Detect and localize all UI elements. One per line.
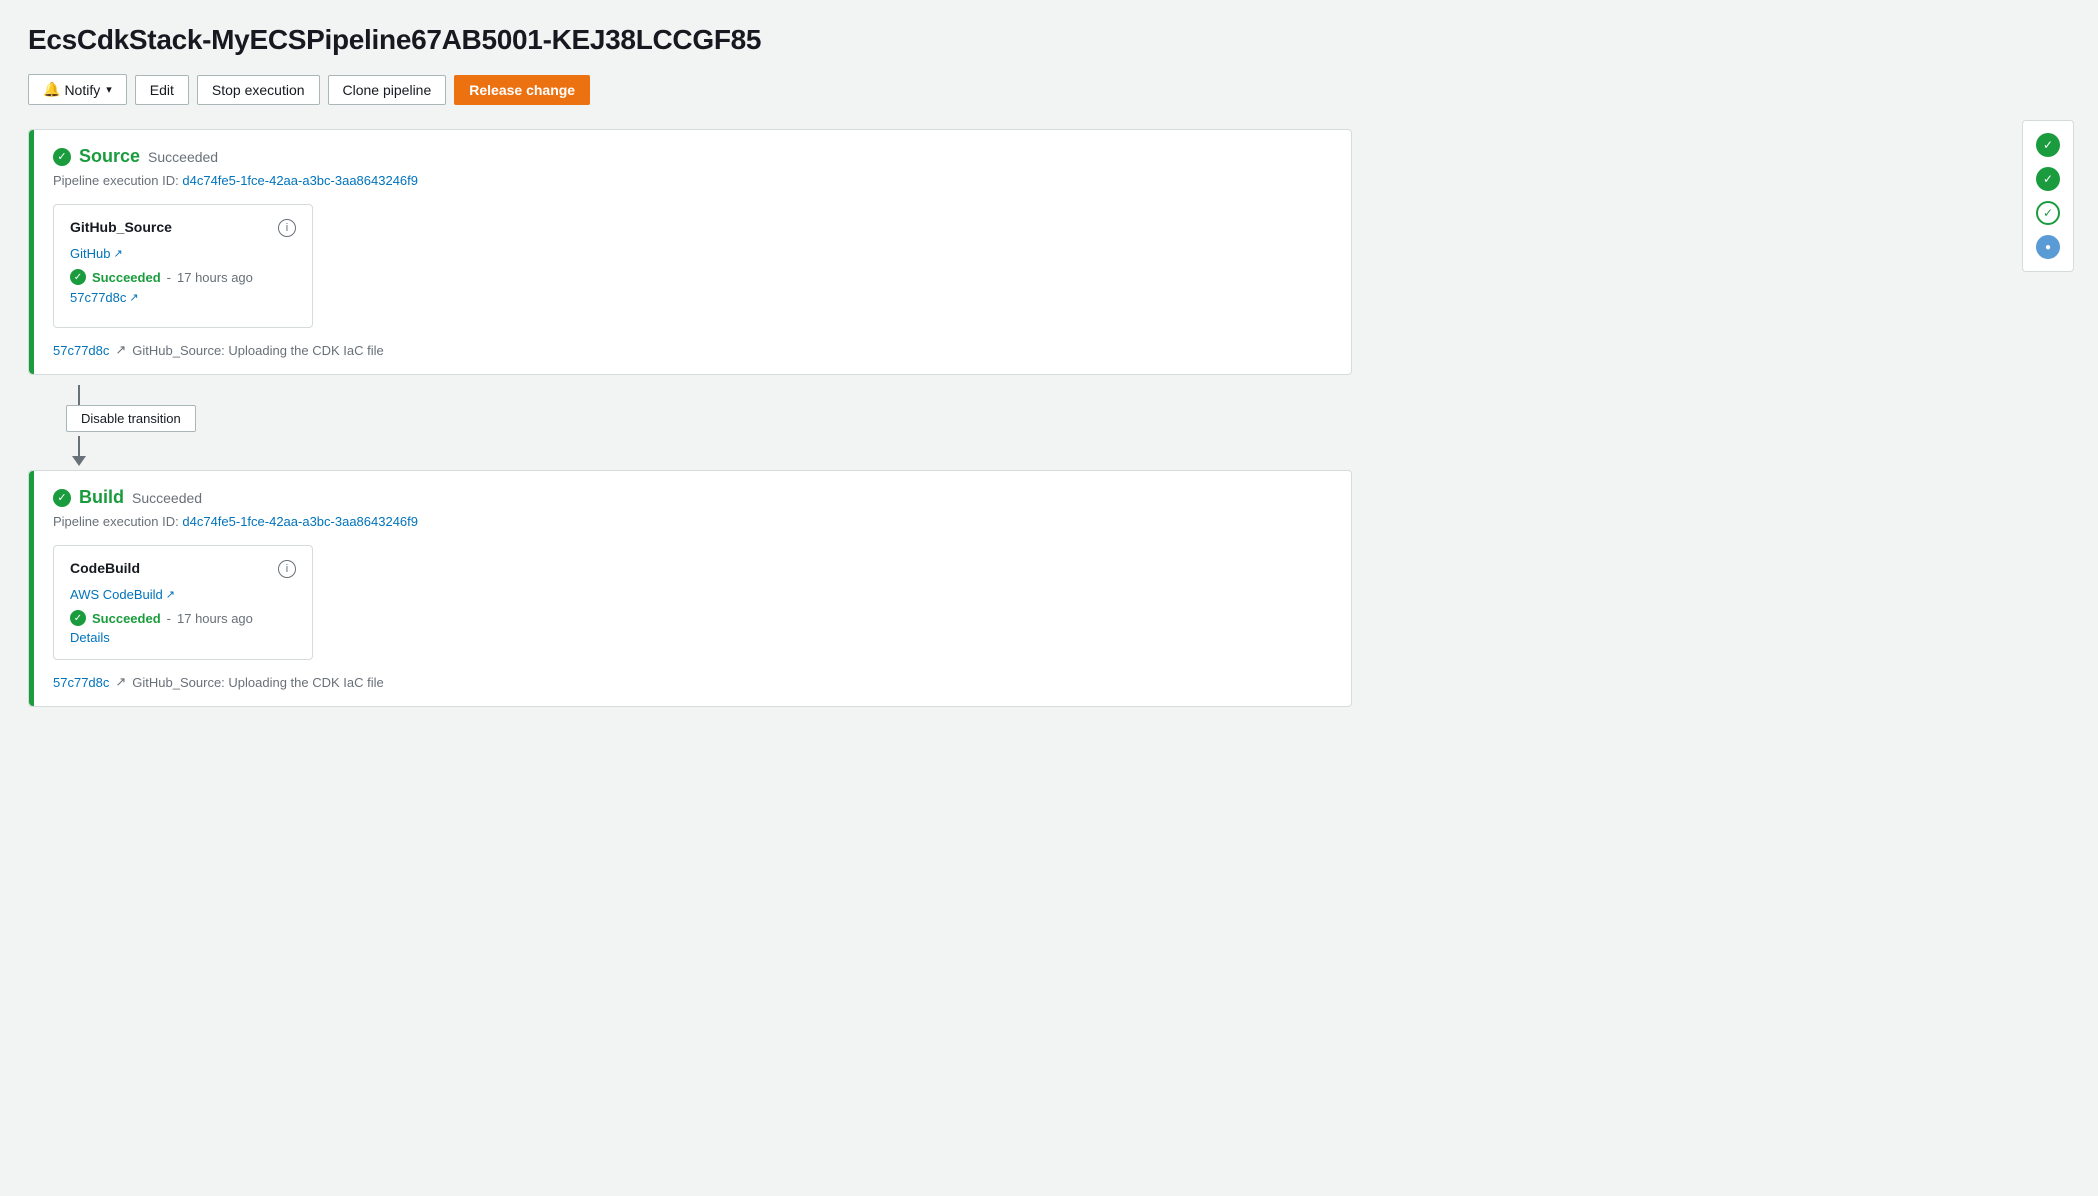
- codebuild-details-link[interactable]: Details: [70, 630, 296, 645]
- codebuild-action-card: CodeBuild i AWS CodeBuild ↗ ✓ Succeeded …: [53, 545, 313, 660]
- github-source-action-name: GitHub_Source: [70, 219, 172, 235]
- github-status-row: ✓ Succeeded - 17 hours ago: [70, 269, 296, 285]
- github-time-ago-value: 17 hours ago: [177, 270, 253, 285]
- notify-button[interactable]: 🔔 Notify ▾: [28, 74, 127, 105]
- build-commit-icon: ↗: [115, 674, 126, 690]
- github-external-icon: ↗: [113, 247, 122, 260]
- build-exec-id-row: Pipeline execution ID: d4c74fe5-1fce-42a…: [53, 514, 1331, 529]
- arrow-head-icon: [72, 456, 86, 466]
- connector-line-top: [78, 385, 80, 405]
- source-stage-header: ✓ Source Succeeded: [53, 146, 1331, 167]
- transition-area: Disable transition: [28, 375, 1352, 466]
- codebuild-info-icon[interactable]: i: [278, 560, 296, 578]
- commit-external-icon: ↗: [129, 291, 138, 304]
- source-success-icon: ✓: [53, 148, 71, 166]
- codebuild-status-text: Succeeded: [92, 611, 161, 626]
- github-source-info-icon[interactable]: i: [278, 219, 296, 237]
- codebuild-success-icon: ✓: [70, 610, 86, 626]
- page-title: EcsCdkStack-MyECSPipeline67AB5001-KEJ38L…: [28, 24, 1352, 56]
- chevron-down-icon: ▾: [106, 83, 112, 96]
- source-commit-message: GitHub_Source: Uploading the CDK IaC fil…: [132, 343, 383, 358]
- github-source-card-header: GitHub_Source i: [70, 219, 296, 237]
- toolbar: 🔔 Notify ▾ Edit Stop execution Clone pip…: [28, 74, 1352, 105]
- stop-execution-button[interactable]: Stop execution: [197, 75, 320, 105]
- minimap-stage4-icon: ●: [2036, 235, 2060, 259]
- build-stage: ✓ Build Succeeded Pipeline execution ID:…: [28, 470, 1352, 707]
- github-success-icon: ✓: [70, 269, 86, 285]
- codebuild-external-icon: ↗: [166, 588, 175, 601]
- edit-button[interactable]: Edit: [135, 75, 189, 105]
- bell-icon: 🔔: [43, 81, 60, 98]
- pipeline-minimap: ✓ ✓ ✓ ●: [2022, 120, 2074, 272]
- source-commit-hash-link[interactable]: 57c77d8c: [53, 343, 109, 358]
- build-exec-id-link[interactable]: d4c74fe5-1fce-42aa-a3bc-3aa8643246f9: [182, 514, 418, 529]
- source-commit-icon: ↗: [115, 342, 126, 358]
- release-change-button[interactable]: Release change: [454, 75, 590, 105]
- github-link[interactable]: GitHub ↗: [70, 246, 123, 261]
- github-commit-link[interactable]: 57c77d8c ↗: [70, 290, 139, 305]
- github-time-ago: -: [167, 270, 171, 285]
- codebuild-time-separator: -: [167, 611, 171, 626]
- source-exec-id-row: Pipeline execution ID: d4c74fe5-1fce-42a…: [53, 173, 1331, 188]
- minimap-stage1-icon: ✓: [2036, 133, 2060, 157]
- codebuild-time-ago: 17 hours ago: [177, 611, 253, 626]
- stage-bar-source: [29, 130, 34, 374]
- codebuild-card-header: CodeBuild i: [70, 560, 296, 578]
- source-stage-status: Succeeded: [148, 149, 218, 165]
- source-commit-row: 57c77d8c ↗ GitHub_Source: Uploading the …: [53, 342, 1331, 358]
- minimap-stage3-icon: ✓: [2036, 201, 2060, 225]
- build-commit-message: GitHub_Source: Uploading the CDK IaC fil…: [132, 675, 383, 690]
- build-stage-header: ✓ Build Succeeded: [53, 487, 1331, 508]
- notify-label: Notify: [64, 82, 100, 98]
- build-stage-status: Succeeded: [132, 490, 202, 506]
- codebuild-action-name: CodeBuild: [70, 560, 140, 576]
- build-success-icon: ✓: [53, 489, 71, 507]
- source-stage: ✓ Source Succeeded Pipeline execution ID…: [28, 129, 1352, 375]
- build-commit-hash-link[interactable]: 57c77d8c: [53, 675, 109, 690]
- connector-line-bottom: [78, 436, 80, 456]
- disable-transition-button[interactable]: Disable transition: [66, 405, 196, 432]
- source-stage-name: Source: [79, 146, 140, 167]
- codebuild-link[interactable]: AWS CodeBuild ↗: [70, 587, 175, 602]
- clone-pipeline-button[interactable]: Clone pipeline: [328, 75, 447, 105]
- stage-bar-build: [29, 471, 34, 706]
- source-exec-id-link[interactable]: d4c74fe5-1fce-42aa-a3bc-3aa8643246f9: [182, 173, 418, 188]
- codebuild-status-row: ✓ Succeeded - 17 hours ago: [70, 610, 296, 626]
- minimap-stage2-icon: ✓: [2036, 167, 2060, 191]
- build-commit-row: 57c77d8c ↗ GitHub_Source: Uploading the …: [53, 674, 1331, 690]
- github-status-text: Succeeded: [92, 270, 161, 285]
- build-stage-name: Build: [79, 487, 124, 508]
- github-source-action-card: GitHub_Source i GitHub ↗ ✓ Succeeded - 1…: [53, 204, 313, 328]
